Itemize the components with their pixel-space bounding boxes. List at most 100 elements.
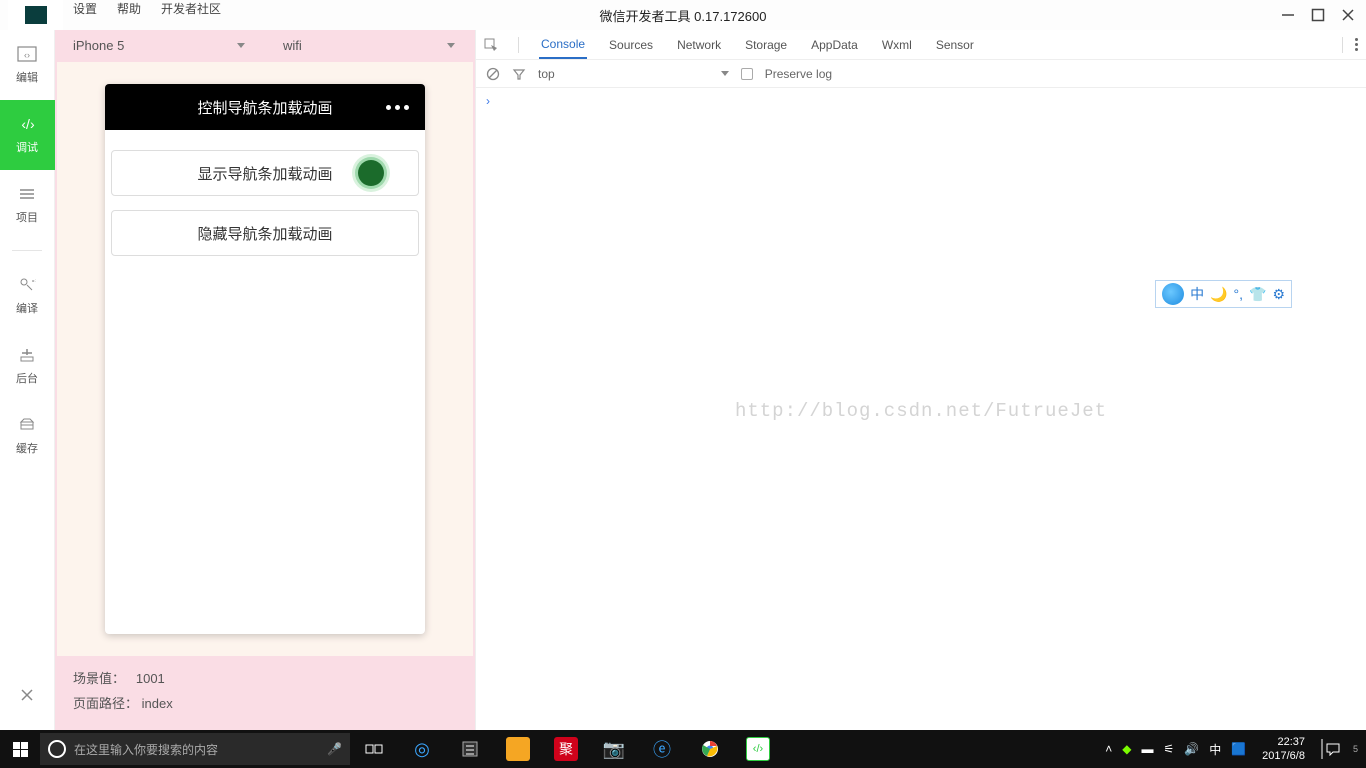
console-prompt: › bbox=[486, 94, 490, 108]
clock-time: 22:37 bbox=[1262, 735, 1305, 749]
simulator-toolbar: iPhone 5 wifi bbox=[55, 30, 475, 60]
network-name: wifi bbox=[283, 38, 302, 53]
console-output[interactable]: › bbox=[476, 88, 1366, 114]
minimize-button[interactable] bbox=[1280, 7, 1296, 23]
phone-canvas: 控制导航条加载动画 显示导航条加载动画 隐藏导航条加载动画 bbox=[57, 62, 473, 656]
sidebar-item-label: 编译 bbox=[16, 300, 38, 316]
sidebar-item-edit[interactable]: ‹› 编辑 bbox=[0, 30, 55, 100]
cortana-icon bbox=[48, 740, 66, 758]
context-selector[interactable]: top bbox=[538, 67, 729, 81]
action-center-icon[interactable] bbox=[1321, 739, 1343, 759]
watermark-text: http://blog.csdn.net/FutrueJet bbox=[735, 400, 1107, 422]
clear-console-icon[interactable] bbox=[486, 67, 500, 81]
taskbar-app-1[interactable]: ◎ bbox=[398, 730, 446, 768]
sidebar-item-background[interactable]: 后台 bbox=[0, 331, 55, 401]
tab-sources[interactable]: Sources bbox=[607, 30, 655, 59]
background-icon bbox=[17, 346, 37, 364]
task-view-icon[interactable] bbox=[350, 730, 398, 768]
phone-navbar: 控制导航条加载动画 bbox=[105, 84, 425, 130]
svg-text:‹›: ‹› bbox=[24, 50, 30, 60]
hide-loading-button[interactable]: 隐藏导航条加载动画 bbox=[111, 210, 419, 256]
cache-icon bbox=[17, 416, 37, 434]
maximize-button[interactable] bbox=[1310, 7, 1326, 23]
context-name: top bbox=[538, 67, 555, 81]
tray-wifi-icon[interactable]: ⚟ bbox=[1163, 742, 1174, 756]
tray-ime[interactable]: 中 bbox=[1209, 741, 1221, 758]
tray-app2-icon[interactable]: 🟦 bbox=[1231, 742, 1246, 756]
app-logo bbox=[8, 0, 63, 30]
ime-lang[interactable]: 中 bbox=[1190, 284, 1204, 304]
ime-gear-icon[interactable]: ⚙ bbox=[1272, 286, 1285, 303]
taskbar-devtool[interactable]: ‹/› bbox=[734, 730, 782, 768]
taskbar-app-red[interactable]: 聚 bbox=[554, 737, 578, 761]
scene-value: 1001 bbox=[136, 671, 165, 686]
sidebar-item-close[interactable] bbox=[0, 660, 55, 730]
taskbar-edge[interactable]: ⓔ bbox=[638, 730, 686, 768]
divider bbox=[518, 37, 519, 53]
network-selector[interactable]: wifi bbox=[265, 38, 475, 53]
tab-network[interactable]: Network bbox=[675, 30, 723, 59]
microphone-icon[interactable]: 🎤 bbox=[327, 742, 342, 756]
divider bbox=[1342, 37, 1343, 53]
ime-toolbar[interactable]: 中 🌙 °, 👕 ⚙ bbox=[1155, 280, 1292, 308]
click-indicator bbox=[358, 160, 384, 186]
path-label: 页面路径： bbox=[73, 696, 138, 711]
preserve-log-label: Preserve log bbox=[765, 67, 832, 81]
taskbar-app-orange[interactable] bbox=[506, 737, 530, 761]
sidebar-item-debug[interactable]: ‹/› 调试 bbox=[0, 100, 55, 170]
code-icon: ‹› bbox=[17, 45, 37, 63]
menu-settings[interactable]: 设置 bbox=[63, 0, 107, 30]
start-button[interactable] bbox=[0, 730, 40, 768]
devtools-more-icon[interactable] bbox=[1355, 38, 1358, 51]
sidebar-item-project[interactable]: 项目 bbox=[0, 170, 55, 240]
sidebar-item-label: 项目 bbox=[16, 209, 38, 225]
close-button[interactable] bbox=[1340, 7, 1356, 23]
notif-count: 5 bbox=[1353, 744, 1358, 754]
tab-wxml[interactable]: Wxml bbox=[880, 30, 914, 59]
tray-volume-icon[interactable]: 🔊 bbox=[1184, 742, 1199, 756]
clock-date: 2017/6/8 bbox=[1262, 749, 1305, 763]
taskbar-chrome[interactable] bbox=[686, 730, 734, 768]
close-icon bbox=[17, 686, 37, 704]
filter-icon[interactable] bbox=[512, 67, 526, 81]
menu-bar: 设置 帮助 开发者社区 微信开发者工具 0.17.172600 bbox=[0, 0, 1366, 30]
sidebar-item-label: 缓存 bbox=[16, 440, 38, 456]
taskbar-clock[interactable]: 22:37 2017/6/8 bbox=[1256, 735, 1311, 763]
taskbar-calculator[interactable] bbox=[446, 730, 494, 768]
sidebar-item-label: 调试 bbox=[16, 139, 38, 155]
menu-help[interactable]: 帮助 bbox=[107, 0, 151, 30]
menu-community[interactable]: 开发者社区 bbox=[151, 0, 231, 30]
tab-console[interactable]: Console bbox=[539, 30, 587, 59]
taskbar-search[interactable]: 在这里输入你要搜索的内容 🎤 bbox=[40, 733, 350, 765]
tray-chevron-icon[interactable]: ˄ bbox=[1105, 742, 1112, 756]
window-title: 微信开发者工具 0.17.172600 bbox=[600, 6, 767, 25]
navbar-menu-icon[interactable] bbox=[386, 105, 409, 110]
devtools-panel: Console Sources Network Storage AppData … bbox=[475, 30, 1366, 730]
navbar-title: 控制导航条加载动画 bbox=[197, 97, 332, 118]
device-selector[interactable]: iPhone 5 bbox=[55, 38, 265, 53]
sidebar-item-cache[interactable]: 缓存 bbox=[0, 401, 55, 471]
tab-appdata[interactable]: AppData bbox=[809, 30, 860, 59]
show-loading-button[interactable]: 显示导航条加载动画 bbox=[111, 150, 419, 196]
console-toolbar: top Preserve log bbox=[476, 60, 1366, 88]
sidebar-item-compile[interactable]: ∘= 编译 bbox=[0, 261, 55, 331]
chevron-down-icon bbox=[721, 71, 729, 76]
compile-icon: ∘= bbox=[17, 276, 37, 294]
ime-moon-icon[interactable]: 🌙 bbox=[1210, 286, 1227, 303]
scene-label: 场景值： bbox=[73, 671, 125, 686]
simulator-panel: iPhone 5 wifi 控制导航条加载动画 显示导航条加载动画 bbox=[55, 30, 475, 730]
tab-sensor[interactable]: Sensor bbox=[934, 30, 976, 59]
svg-text:∘=: ∘= bbox=[31, 278, 36, 285]
ime-shirt-icon[interactable]: 👕 bbox=[1249, 286, 1266, 303]
element-picker-icon[interactable] bbox=[484, 38, 498, 52]
sidebar: ‹› 编辑 ‹/› 调试 项目 ∘= 编译 后台 缓存 bbox=[0, 30, 55, 730]
tray-battery-icon[interactable]: ▬ bbox=[1141, 742, 1153, 756]
tray-app-icon[interactable]: ◆ bbox=[1122, 742, 1131, 756]
path-value: index bbox=[142, 696, 173, 711]
tab-storage[interactable]: Storage bbox=[743, 30, 789, 59]
ime-comma-icon[interactable]: °, bbox=[1234, 286, 1244, 302]
taskbar-camera[interactable]: 📷 bbox=[590, 730, 638, 768]
sidebar-item-label: 编辑 bbox=[16, 69, 38, 85]
search-placeholder: 在这里输入你要搜索的内容 bbox=[74, 741, 218, 758]
preserve-log-checkbox[interactable] bbox=[741, 68, 753, 80]
